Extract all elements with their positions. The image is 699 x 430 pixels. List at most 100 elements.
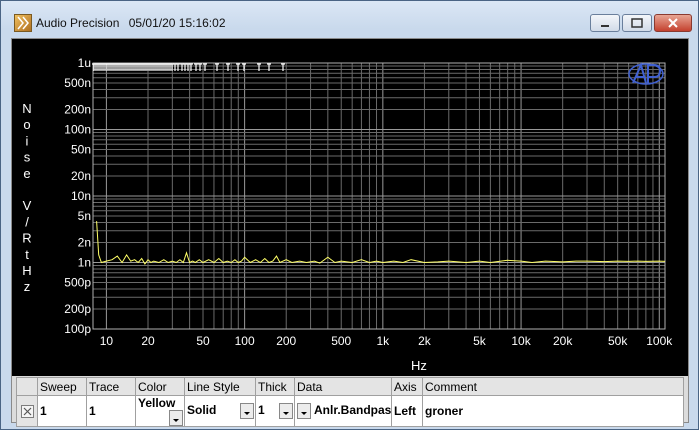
y-axis-label-char: z: [24, 279, 31, 294]
cursor-marker: [226, 63, 230, 71]
maximize-icon: [631, 18, 643, 28]
header-select: [16, 377, 38, 396]
line-style-value: Solid: [187, 403, 217, 417]
cursor-marker: [267, 63, 271, 71]
thick-cell[interactable]: 1: [255, 395, 295, 427]
trace-cell[interactable]: 1: [86, 395, 136, 427]
line-style-cell[interactable]: Solid: [184, 395, 256, 427]
y-axis-label-char: s: [24, 150, 31, 165]
thick-dropdown-button[interactable]: [279, 403, 293, 419]
x-tick-label: 2k: [418, 334, 432, 348]
trace-table: Sweep Trace Color Line Style Thick Data …: [16, 377, 684, 427]
app-title: Audio Precision: [36, 16, 120, 30]
maximize-button[interactable]: [622, 14, 652, 32]
data-cell[interactable]: Anlr.Bandpass: [294, 395, 392, 427]
header-comment[interactable]: Comment: [422, 377, 684, 396]
sweep-cell[interactable]: 1: [37, 395, 87, 427]
y-axis-label-char: H: [22, 263, 31, 278]
y-tick-label: 5n: [78, 209, 91, 223]
app-window: Audio Precision 05/01/20 15:16:02 1u 500n…: [0, 0, 699, 430]
chevron-down-icon: [173, 419, 179, 422]
trace-table-header: Sweep Trace Color Line Style Thick Data …: [16, 377, 684, 396]
cursor-marker: [281, 63, 285, 71]
row-checkbox-cell[interactable]: [16, 395, 38, 427]
cursor-marker: [180, 63, 184, 71]
y-tick-label: 100p: [64, 322, 91, 336]
noise-chart: 1u 500n 200n 100n 50n 20n 10n 5n 2n 1n 500p 200p 100…: [22, 56, 673, 373]
x-tick-label: 100: [235, 334, 255, 348]
title-bar[interactable]: Audio Precision 05/01/20 15:16:02: [1, 1, 698, 35]
client-area: 1u 500n 200n 100n 50n 20n 10n 5n 2n 1n 500p 200p 100…: [11, 38, 689, 427]
y-tick-label: 10n: [71, 189, 91, 203]
y-tick-label: 2n: [78, 235, 91, 249]
header-line-style[interactable]: Line Style: [184, 377, 256, 396]
line-style-dropdown-button[interactable]: [240, 403, 254, 419]
color-value: Yellow: [138, 396, 176, 411]
x-tick-label: 100k: [646, 334, 673, 348]
close-button[interactable]: [654, 14, 692, 32]
color-cell[interactable]: Yellow: [135, 395, 185, 427]
minimize-button[interactable]: [590, 14, 620, 32]
header-sweep[interactable]: Sweep: [37, 377, 87, 396]
x-tick-label: 10: [100, 334, 114, 348]
y-axis-label-char: /: [25, 214, 29, 229]
color-dropdown-button[interactable]: [169, 410, 183, 426]
timestamp: 05/01/20 15:16:02: [128, 16, 226, 30]
chevron-down-icon: [244, 412, 250, 415]
y-axis-label-char: t: [25, 247, 29, 262]
plot-area[interactable]: 1u 500n 200n 100n 50n 20n 10n 5n 2n 1n 500p 200p 100…: [12, 39, 688, 376]
cursor-marker: [134, 63, 138, 71]
x-tick-label: 20k: [553, 334, 573, 348]
x-tick-label: 500: [331, 334, 351, 348]
cursor-marker: [236, 63, 240, 71]
x-axis-label: Hz: [411, 358, 427, 373]
chevron-down-icon: [283, 412, 289, 415]
y-axis-label-char: N: [22, 101, 31, 116]
y-tick-label: 200p: [64, 302, 91, 316]
cursor-marker: [173, 63, 177, 71]
header-axis[interactable]: Axis: [391, 377, 423, 396]
close-icon: [668, 18, 678, 28]
axis-cell[interactable]: Left: [391, 395, 423, 427]
y-tick-label: 500p: [64, 276, 91, 290]
x-tick-label: 200: [276, 334, 296, 348]
trace-enabled-checkbox[interactable]: [20, 405, 34, 419]
cursor-marker: [176, 63, 180, 71]
chevron-down-icon: [301, 412, 307, 415]
comment-cell[interactable]: groner: [422, 395, 684, 427]
x-tick-label: 20: [141, 334, 155, 348]
header-data[interactable]: Data: [294, 377, 392, 396]
header-trace[interactable]: Trace: [86, 377, 136, 396]
x-tick-label: 5k: [473, 334, 487, 348]
y-tick-label: 200n: [64, 102, 91, 116]
y-tick-label: 100n: [64, 123, 91, 137]
window-title: Audio Precision 05/01/20 15:16:02: [36, 16, 232, 30]
y-tick-label: 50n: [71, 143, 91, 157]
y-tick-label: 500n: [64, 76, 91, 90]
header-thick[interactable]: Thick: [255, 377, 295, 396]
thick-value: 1: [258, 403, 265, 417]
y-tick-label: 1n: [78, 256, 91, 270]
y-axis-label-char: V: [23, 198, 32, 213]
y-tick-label: 20n: [71, 169, 91, 183]
x-tick-label: 50: [196, 334, 210, 348]
x-tick-label: 1k: [376, 334, 390, 348]
y-axis-label-char: R: [22, 231, 31, 246]
app-icon[interactable]: [14, 14, 32, 32]
y-axis-label-char: e: [23, 166, 30, 181]
y-tick-label: 1u: [78, 56, 91, 70]
cursor-marker: [136, 63, 140, 71]
data-dropdown-button[interactable]: [297, 403, 311, 419]
header-color[interactable]: Color: [135, 377, 185, 396]
cursor-marker: [215, 63, 219, 71]
cursor-marker: [132, 63, 136, 71]
cursor-marker: [257, 63, 261, 71]
y-axis-label-char: o: [23, 117, 30, 132]
cursor-marker: [242, 63, 246, 71]
table-row[interactable]: 1 1 Yellow Solid 1 Anlr.Bandpass Left gr…: [16, 395, 684, 427]
x-tick-label: 10k: [511, 334, 531, 348]
data-value: Anlr.Bandpass: [314, 403, 392, 417]
cursor-marker: [198, 63, 202, 71]
cursor-marker: [130, 63, 134, 71]
minimize-icon: [601, 25, 609, 27]
